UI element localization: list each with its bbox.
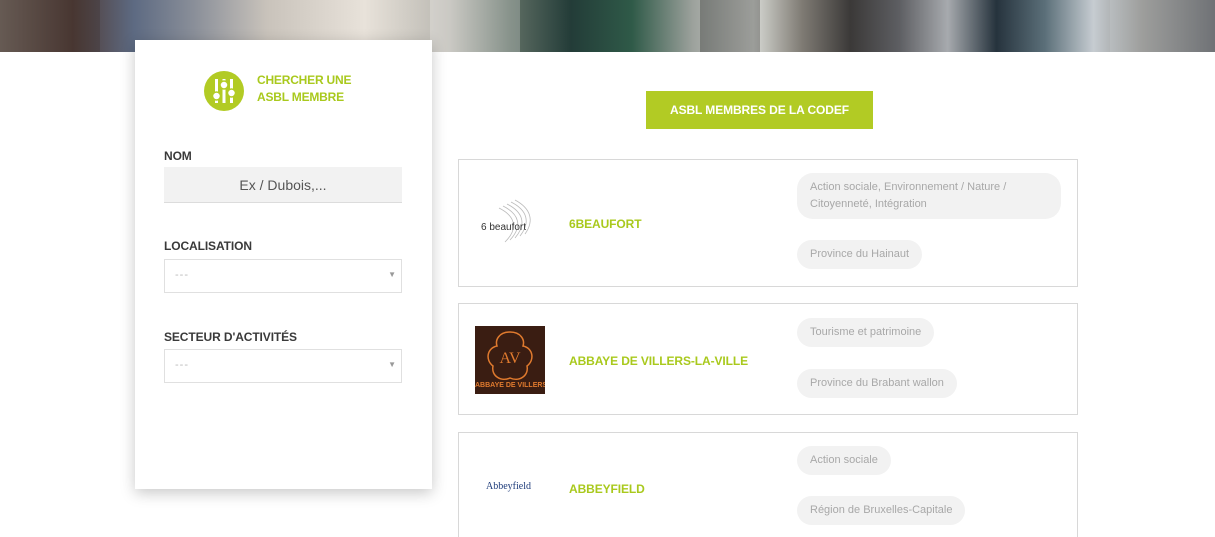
chevron-down-icon: ▼ <box>388 270 396 279</box>
chevron-down-icon: ▼ <box>388 360 396 369</box>
region-tag: Province du Brabant wallon <box>797 369 957 398</box>
org-name[interactable]: 6BEAUFORT <box>569 217 642 231</box>
org-logo-6beaufort[interactable]: 6 beaufort <box>475 194 555 250</box>
location-select-value: --- <box>175 269 189 281</box>
region-tag: Province du Hainaut <box>797 240 923 269</box>
name-search-input[interactable] <box>164 167 402 203</box>
org-logo-abbaye-villers[interactable]: AV ABBAYE DE VILLERS <box>475 326 545 394</box>
abbaye-logo-text: ABBAYE DE VILLERS <box>475 382 545 389</box>
sector-tag: Action sociale, Environnement / Nature /… <box>797 173 1061 219</box>
region-tag: Région de Bruxelles-Capitale <box>797 496 966 525</box>
sector-tag: Tourisme et patrimoine <box>797 318 935 347</box>
members-list-button[interactable]: ASBL MEMBRES DE LA CODEF <box>646 91 873 129</box>
result-card-abbaye-villers[interactable]: AV ABBAYE DE VILLERS ABBAYE DE VILLERS-L… <box>458 303 1078 415</box>
result-card-6beaufort[interactable]: 6 beaufort 6BEAUFORT Action sociale, Env… <box>458 159 1078 287</box>
location-select[interactable]: --- ▼ <box>164 259 402 293</box>
org-name[interactable]: ABBEYFIELD <box>569 482 645 496</box>
sector-label: SECTEUR D'ACTIVITÉS <box>164 330 297 344</box>
beaufort-logo-text: 6 beaufort <box>481 222 527 233</box>
sliders-icon <box>204 71 244 111</box>
search-panel: CHERCHER UNE ASBL MEMBRE NOM LOCALISATIO… <box>135 40 432 489</box>
location-label: LOCALISATION <box>164 239 252 253</box>
search-title-line-1: CHERCHER UNE <box>257 73 352 87</box>
org-name[interactable]: ABBAYE DE VILLERS-LA-VILLE <box>569 354 748 368</box>
abbeyfield-logo-text: Abbeyfield <box>486 481 531 492</box>
abbaye-logo-mark: AV <box>499 350 520 367</box>
sector-select-value: --- <box>175 359 189 371</box>
sector-select[interactable]: --- ▼ <box>164 349 402 383</box>
search-title-line-2: ASBL MEMBRE <box>257 90 344 104</box>
search-title: CHERCHER UNE ASBL MEMBRE <box>257 72 367 106</box>
name-label: NOM <box>164 149 192 163</box>
result-card-abbeyfield[interactable]: Abbeyfield ABBEYFIELD Action sociale Rég… <box>458 432 1078 537</box>
org-logo-abbeyfield[interactable]: Abbeyfield <box>475 479 545 499</box>
sector-tag: Action sociale <box>797 446 891 475</box>
